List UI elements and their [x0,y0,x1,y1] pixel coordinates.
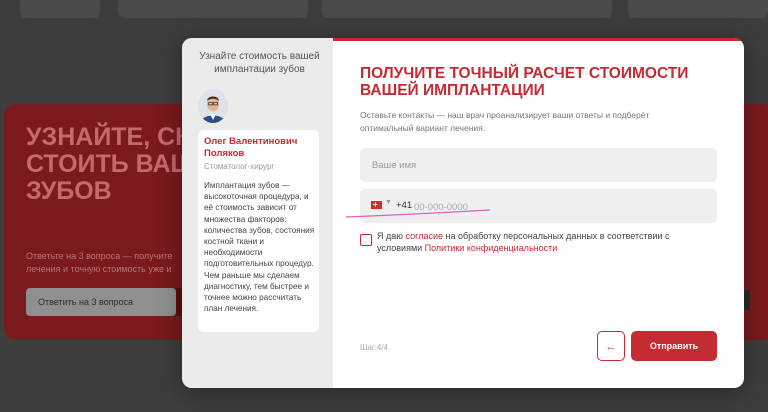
bg-promo-title: УЗНАЙТЕ, СК СТОИТЬ ВАШ ЗУБОВ [26,123,196,205]
bg-promo-button: Ответить на 3 вопроса [26,288,176,316]
modal-sidebar: Узнайте стоимость вашей имплантации зубо… [182,38,333,388]
form-title: ПОЛУЧИТЕ ТОЧНЫЙ РАСЧЕТ СТОИМОСТИ ВАШЕЙ И… [360,65,689,99]
sidebar-title: Узнайте стоимость вашей имплантации зубо… [199,51,320,75]
progress-bar [333,38,744,41]
name-input[interactable] [360,148,717,182]
swiss-flag-icon[interactable]: + [371,201,382,209]
doctor-quote: Имплантация зубов — высокоточная процеду… [204,181,315,314]
consent-link[interactable]: согласие [406,231,443,241]
doctor-card: Олег Валентинович Поляков Стоматолог-хир… [198,130,319,332]
consent-prefix: Я даю [377,231,406,241]
submit-button[interactable]: Отправить [631,331,717,361]
bg-card [628,0,768,18]
phone-input[interactable] [412,197,616,217]
phone-field: + ▼ +41 [360,189,717,223]
form-pane: ПОЛУЧИТЕ ТОЧНЫЙ РАСЧЕТ СТОИМОСТИ ВАШЕЙ И… [333,38,744,388]
step-indicator: Шаг:4/4 [360,343,389,352]
consent-checkbox[interactable] [360,234,372,246]
bg-promo-text: Ответьте на 3 вопроса — получите лечения… [26,251,173,274]
consent-text: Я даю согласие на обработку персональных… [377,230,707,254]
phone-country-code: +41 [396,200,413,211]
bg-card [322,0,612,18]
quote-modal: Узнайте стоимость вашей имплантации зубо… [182,38,744,388]
bg-card [20,0,100,18]
back-button[interactable]: ← [597,331,625,361]
privacy-policy-link[interactable]: Политики конфиденциальности [425,243,558,253]
arrow-left-icon: ← [605,341,617,353]
chevron-down-icon[interactable]: ▼ [385,199,392,206]
form-description: Оставьте контакты — наш врач проанализир… [360,110,650,133]
bg-card [118,0,308,18]
doctor-role: Стоматолог-хирург [204,162,275,171]
doctor-name: Олег Валентинович Поляков [204,136,298,159]
doctor-avatar [198,89,228,123]
